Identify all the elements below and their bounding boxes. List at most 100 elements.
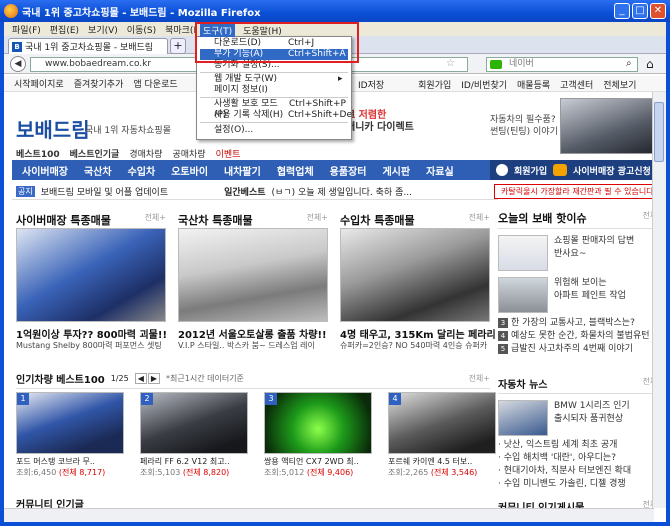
notice-text[interactable]: 보배드림 모바일 및 어플 업데이트 <box>41 185 168 198</box>
nav-domestic[interactable]: 국산차 <box>84 163 112 178</box>
issue-text: 쇼핑몰 판매자의 답변 <box>554 236 635 246</box>
cat-event[interactable]: 이벤트 <box>216 147 241 160</box>
link-save-id[interactable]: ID저장 <box>358 78 384 91</box>
list-number: 5 <box>498 344 508 354</box>
nav-cyber-store[interactable]: 사이버매장 <box>22 163 68 178</box>
issue-item[interactable]: 쇼핑몰 판매자의 답변 반사요~ <box>498 235 664 271</box>
menu-view[interactable]: 보기(V) <box>88 23 118 36</box>
tinting-ad[interactable]: 자동차의 필수품? 썬팅(틴팅) 이야기 <box>490 114 558 138</box>
daily-best-label: 일간베스트 <box>224 188 266 198</box>
featured-photo-mustang[interactable] <box>16 228 166 322</box>
menu-edit[interactable]: 편집(E) <box>50 23 79 36</box>
news-item-text: 수입 해치백 '대란', 아우디는? <box>503 453 616 463</box>
link-register[interactable]: 매물등록 <box>517 78 550 91</box>
minimize-button[interactable]: _ <box>614 3 630 19</box>
best-car-card[interactable]: 2 페라리 FF 6.2 V12 최고.. 조회:5,103 (전체 8,820… <box>140 392 250 478</box>
link-find-id[interactable]: ID/비번찾기 <box>461 78 507 91</box>
news-item[interactable]: · 수입 해치백 '대란', 아우디는? <box>498 452 664 465</box>
car-icon <box>553 164 568 176</box>
link-app-download[interactable]: 앱 다운로드 <box>133 77 177 90</box>
menu-item-web-dev[interactable]: 웹 개발 도구(W) ▸ <box>200 74 348 85</box>
featured-title: 수입차 특종매물 <box>340 214 415 227</box>
issue-text: 위험해 보이는 <box>554 278 607 288</box>
cat-best100[interactable]: 베스트100 <box>16 147 60 160</box>
featured-photo-ray[interactable] <box>178 228 328 322</box>
list-text: 급발진 사고차주의 4번째 이야기 <box>511 344 633 354</box>
news-feature[interactable]: BMW 1시리즈 인기 출시되자 품귀현상 <box>498 400 664 436</box>
close-button[interactable]: ✕ <box>650 3 666 19</box>
nav-parts[interactable]: 용품장터 <box>330 163 367 178</box>
featured-subcaption: 슈퍼카=2인승? NO 540마력 4인승 슈퍼카 <box>340 341 488 350</box>
menu-go[interactable]: 이동(S) <box>127 23 156 36</box>
prev-page-button[interactable]: ◀ <box>134 373 147 384</box>
nav-board[interactable]: 게시판 <box>382 163 410 178</box>
nav-motorcycle[interactable]: 오토바이 <box>171 163 208 178</box>
new-tab-button[interactable]: + <box>170 38 186 54</box>
best-car-card[interactable]: 3 쌍용 액티언 CX7 2WD 최.. 조회:5,012 (전체 9,406) <box>264 392 374 478</box>
menu-item-clear-history[interactable]: 사용 기록 삭제(H) Ctrl+Shift+Del <box>200 110 355 121</box>
best-car-card[interactable]: 1 포드 머스탱 코브라 무.. 조회:6,450 (전체 8,717) <box>16 392 126 478</box>
news-item[interactable]: · 현대기아차, 직분사 터보엔진 확대 <box>498 465 664 478</box>
list-item[interactable]: 5 급발진 사고차주의 4번째 이야기 <box>498 343 664 356</box>
more-link[interactable]: 전체+ <box>469 373 490 384</box>
maximize-button[interactable]: □ <box>632 3 648 19</box>
list-item[interactable]: 4 예상도 못한 순간, 화물차의 불법유턴 <box>498 330 664 343</box>
link-start-page[interactable]: 시작페이지로 <box>14 77 64 90</box>
cat-best-posts[interactable]: 베스트인기글 <box>70 147 120 160</box>
car-name: 포르쉐 카이엔 4.5 터보.. <box>388 457 473 466</box>
link-signup[interactable]: 회원가입 <box>418 78 451 91</box>
daily-best-text[interactable]: (ㅂㄱ) 오늘 제 생일입니다. 축하 좀... <box>272 185 412 198</box>
news-item[interactable]: · 수입 미니밴도 가솔린, 디젤 경쟁 <box>498 478 664 491</box>
menu-file[interactable]: 파일(F) <box>12 23 41 36</box>
tab-label: 국내 1위 중고차쇼핑몰 - 보배드림 <box>25 43 154 53</box>
link-support[interactable]: 고객센터 <box>560 78 593 91</box>
car-news-title: 자동차 뉴스 <box>498 380 548 391</box>
featured-caption[interactable]: 1억원이상 투자?? 800마력 괴물!! <box>16 326 167 341</box>
window-titlebar: 국내 1위 중고차쇼핑몰 - 보배드림 - Mozilla Firefox <box>0 0 670 22</box>
firefox-icon <box>4 4 18 18</box>
cat-public-sale[interactable]: 공매차량 <box>172 147 205 160</box>
menu-item-private[interactable]: 사생활 보호 모드(P) Ctrl+Shift+P <box>200 99 348 120</box>
link-all[interactable]: 전체보기 <box>603 78 636 91</box>
news-item[interactable]: · 낫산, 익스트림 세계 최초 공개 <box>498 439 664 452</box>
featured-caption[interactable]: 4명 태우고, 315Km 달리는 페라리 <box>340 326 496 341</box>
car-views: 조회:2,265 (전체 3,546) <box>388 468 478 477</box>
tab-bobaedream[interactable]: B 국내 1위 중고차쇼핑몰 - 보배드림 <box>8 38 168 54</box>
issue-item[interactable]: 위험해 보이는 아파트 페인트 작업 <box>498 277 664 313</box>
nav-data[interactable]: 자료실 <box>426 163 454 178</box>
cat-auction[interactable]: 경매차량 <box>129 147 162 160</box>
menu-item-page-info[interactable]: 페이지 정보(I) <box>200 85 348 96</box>
more-link[interactable]: 전체+ <box>469 212 490 228</box>
search-input[interactable]: 네이버 <box>486 57 638 72</box>
back-arrow-icon[interactable]: ◀ <box>10 56 26 72</box>
horizontal-scrollbar[interactable] <box>4 508 654 522</box>
site-logo[interactable]: 보배드림 <box>16 114 90 143</box>
featured-caption[interactable]: 2012년 서울오토살롱 출품 차량!! <box>178 326 327 341</box>
best-car-card[interactable]: 4 포르쉐 카이엔 4.5 터보.. 조회:2,265 (전체 3,546) <box>388 392 498 478</box>
ad-car-image[interactable] <box>560 98 660 154</box>
list-item[interactable]: 3한 가장의 교통사고, 블랙박스는? <box>498 317 664 330</box>
red-notice-badge[interactable]: 카탈릭울시 가장할라 재간판과 필 수 있습니다. <box>494 184 664 199</box>
nav-sell-car[interactable]: 내차팔기 <box>224 163 261 178</box>
link-add-favorite[interactable]: 즐겨찾기추가 <box>74 77 124 90</box>
next-page-button[interactable]: ▶ <box>147 373 161 384</box>
featured-photo-ferrari[interactable] <box>340 228 490 322</box>
promo-banner[interactable]: 로 저렴한 애니카 다이렉트 <box>346 110 414 134</box>
nav-ad-apply[interactable]: 사이버매장 광고신청 <box>573 164 651 177</box>
car-name: 페라리 FF 6.2 V12 최고.. <box>140 457 230 466</box>
issue-thumb <box>498 235 548 271</box>
featured-subcaption: V.I.P 스타일.. 박스카 붐~ 드레스업 레이 <box>178 341 315 350</box>
promo-line-1: 로 저렴한 <box>346 110 387 121</box>
more-link[interactable]: 전체+ <box>145 212 166 228</box>
home-icon[interactable]: ⌂ <box>646 57 654 71</box>
bookmark-star-icon[interactable]: ☆ <box>446 58 455 69</box>
menu-item-options[interactable]: 설정(O)... <box>200 125 348 136</box>
nav-signup[interactable]: 회원가입 <box>514 164 547 177</box>
featured-domestic: 국산차 특종매물 전체+ <box>178 212 328 228</box>
nav-import[interactable]: 수입차 <box>128 163 156 178</box>
news-item-text: 현대기아차, 직분사 터보엔진 확대 <box>503 466 632 476</box>
more-link[interactable]: 전체+ <box>307 212 328 228</box>
vertical-scroll-thumb[interactable] <box>654 102 664 162</box>
nav-partners[interactable]: 협력업체 <box>277 163 314 178</box>
magnifier-icon[interactable]: ⌕ <box>626 58 632 69</box>
